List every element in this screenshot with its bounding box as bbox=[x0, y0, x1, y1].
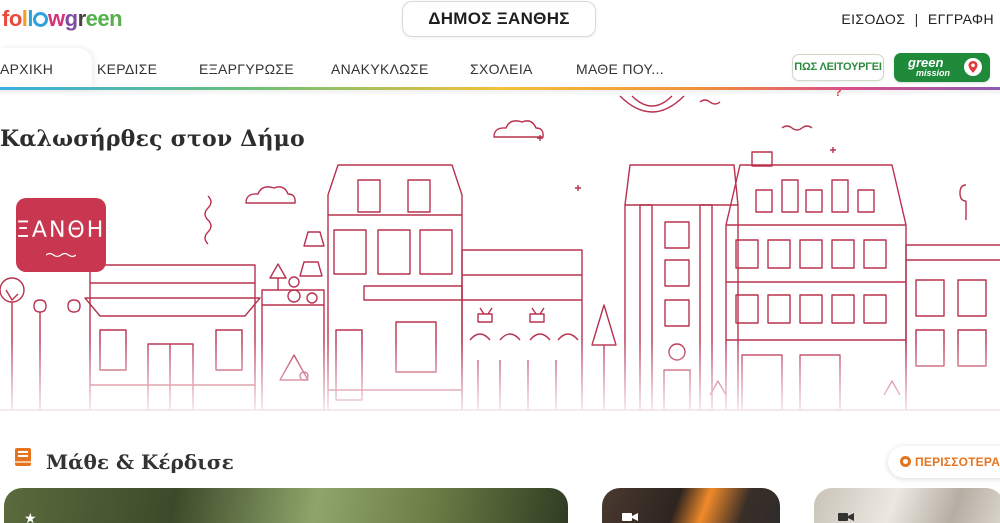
circle-arrow-icon bbox=[900, 456, 911, 467]
top-bar: foll wgreen ΔΗΜΟΣ ΞΑΝΘΗΣ ΕΙΣΟΔΟΣ | ΕΓΓΡΑΦ… bbox=[0, 0, 1000, 44]
nav-item-home[interactable]: ΑΡΧΙΚΗ bbox=[0, 61, 53, 77]
wave-icon bbox=[46, 252, 76, 258]
more-button[interactable]: ΠΕΡΙΣΣΟΤΕΡΑ bbox=[888, 446, 1000, 478]
video-camera-icon bbox=[622, 510, 638, 523]
auth-separator: | bbox=[914, 11, 919, 27]
city-badge-label: ΞΑΝΘΗΣ bbox=[16, 218, 122, 243]
nav-item-earn[interactable]: ΚΕΡΔΙΣΕ bbox=[97, 61, 157, 77]
video-camera-icon bbox=[838, 510, 854, 523]
location-pin-icon bbox=[964, 58, 982, 76]
content-card[interactable] bbox=[4, 488, 568, 523]
municipality-selector[interactable]: ΔΗΜΟΣ ΞΑΝΘΗΣ bbox=[402, 1, 596, 37]
hero-title: Καλωσήρθες στον Δήμο bbox=[0, 126, 305, 152]
book-icon bbox=[15, 448, 31, 466]
auth-links: ΕΙΣΟΔΟΣ | ΕΓΓΡΑΦΗ bbox=[841, 11, 994, 27]
city-badge: ΞΑΝΘΗΣ bbox=[16, 198, 122, 272]
green-mission-label-2: mission bbox=[916, 68, 951, 78]
nav-item-schools[interactable]: ΣΧΟΛΕΙΑ bbox=[470, 61, 533, 77]
star-icon: ★ bbox=[24, 510, 37, 523]
nav-item-learn-where[interactable]: ΜΑΘΕ ΠΟΥ... bbox=[576, 61, 664, 77]
nav-item-redeem[interactable]: ΕΞΑΡΓΥΡΩΣΕ bbox=[199, 61, 294, 77]
followgreen-logo[interactable]: foll wgreen bbox=[2, 6, 123, 32]
login-link[interactable]: ΕΙΣΟΔΟΣ bbox=[841, 11, 905, 27]
logo-eye-icon bbox=[33, 12, 49, 27]
register-link[interactable]: ΕΓΓΡΑΦΗ bbox=[928, 11, 994, 27]
green-mission-button[interactable]: green mission bbox=[894, 53, 990, 82]
how-it-works-button[interactable]: ΠΩΣ ΛΕΙΤΟΥΡΓΕΙ ? bbox=[792, 54, 884, 99]
section-title: Μάθε & Κέρδισε bbox=[46, 450, 234, 474]
nav-item-recycle[interactable]: ΑΝΑΚΥΚΛΩΣΕ bbox=[331, 61, 429, 77]
